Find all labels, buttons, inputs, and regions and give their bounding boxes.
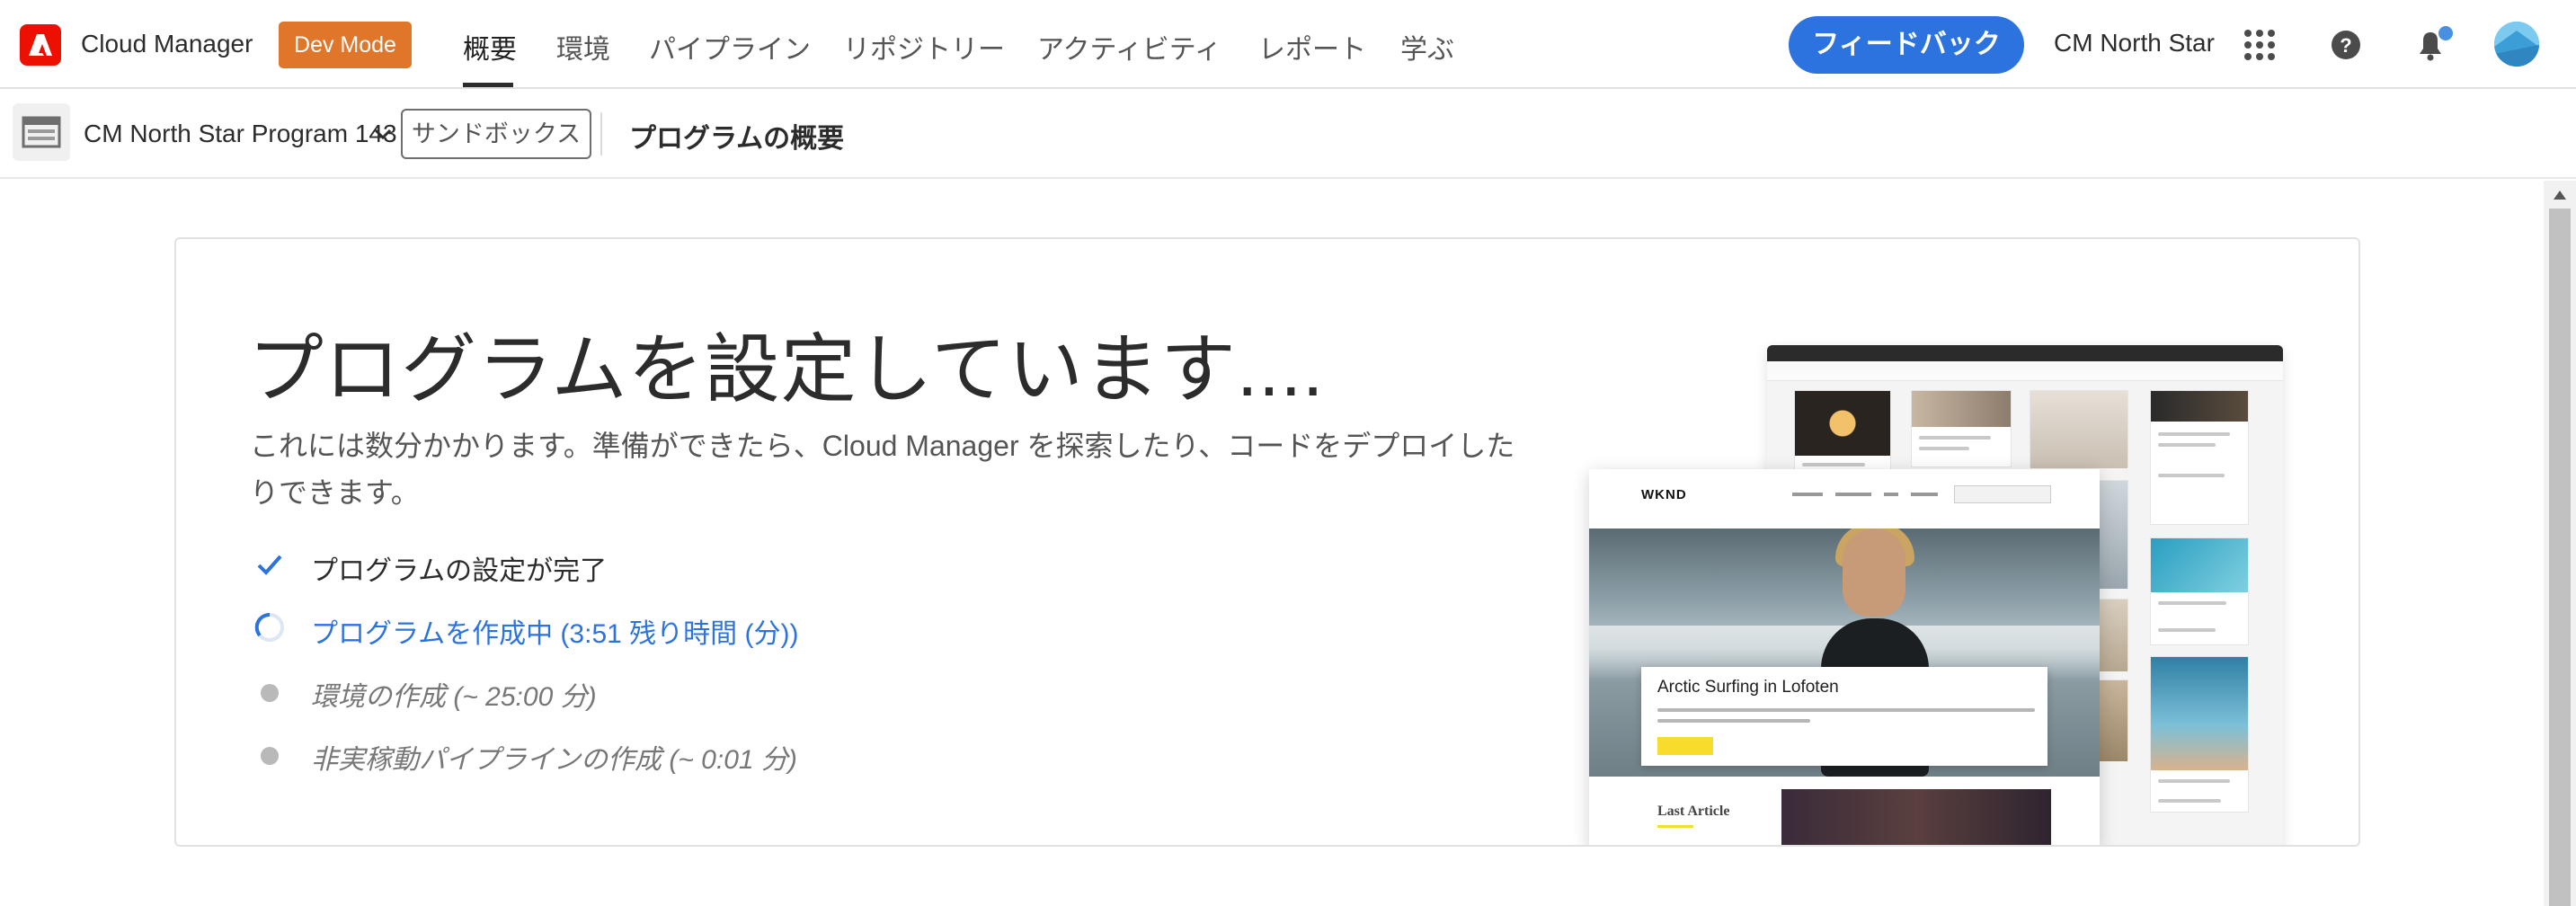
program-thumbnail-icon[interactable] [13, 103, 70, 161]
divider [600, 112, 602, 155]
step-label: プログラムの設定が完了 [311, 556, 608, 586]
scroll-up-arrow-icon[interactable] [2553, 189, 2567, 205]
dev-mode-badge[interactable]: Dev Mode [279, 22, 412, 68]
pending-dot-icon [252, 735, 288, 771]
nav-tab-learn[interactable]: 学ぶ [1400, 27, 1454, 67]
program-setup-card: プログラムを設定しています.... これには数分かかります。準備ができたら、Cl… [174, 237, 2360, 847]
svg-text:?: ? [2340, 34, 2351, 57]
active-tab-indicator [463, 83, 513, 87]
user-avatar[interactable] [2494, 22, 2539, 67]
setup-description: これには数分かかります。準備ができたら、Cloud Manager を探索したり… [250, 430, 1515, 509]
top-nav-bar: Cloud Manager Dev Mode 概要 環境 パイプライン リポジト… [0, 0, 2576, 89]
nav-tab-repositories[interactable]: リポジトリー [843, 27, 1005, 67]
search-icon [1954, 485, 2051, 503]
nav-tab-reports[interactable]: レポート [1258, 27, 1366, 67]
apps-grid-icon[interactable] [2240, 25, 2279, 65]
nav-tab-environments[interactable]: 環境 [556, 27, 610, 67]
step-label: 環境の作成 (~ 25:00 分) [311, 682, 597, 712]
wknd-logo: WKND [1641, 487, 1687, 502]
adobe-logo-icon[interactable] [20, 24, 61, 66]
nav-tab-pipelines[interactable]: パイプライン [649, 27, 811, 67]
page-title: プログラムの概要 [629, 124, 845, 154]
step-label: 非実稼動パイプラインの作成 (~ 0:01 分) [311, 745, 797, 775]
app-title[interactable]: Cloud Manager [81, 30, 253, 58]
pending-dot-icon [252, 672, 288, 708]
step-label: プログラムを作成中 (3:51 残り時間 (分)) [311, 619, 799, 649]
hero-article-card: Arctic Surfing in Lofoten [1641, 667, 2047, 766]
product-illustration: WKND Arctic Surfing in Lofoten Last Arti… [1589, 345, 2358, 845]
notifications-icon[interactable] [2411, 25, 2453, 65]
checkmark-icon [252, 546, 288, 582]
program-bar: CM North Star Program 143 サンドボックス プログラムの… [0, 89, 2576, 179]
last-article-title: Last Article [1657, 804, 1730, 819]
nav-tab-overview[interactable]: 概要 [463, 27, 517, 67]
chevron-down-icon[interactable] [372, 123, 394, 149]
help-icon[interactable]: ? [2326, 25, 2366, 65]
setup-heading: プログラムを設定しています.... [248, 327, 1325, 412]
org-switcher[interactable]: CM North Star [2054, 29, 2215, 58]
scrollbar-thumb[interactable] [2549, 209, 2571, 906]
program-selector[interactable]: CM North Star Program 143 [84, 120, 397, 148]
sandbox-badge: サンドボックス [401, 109, 591, 159]
feedback-button[interactable]: フィードバック [1789, 16, 2024, 74]
illustration-front-window: WKND Arctic Surfing in Lofoten Last Arti… [1589, 469, 2100, 845]
nav-tab-activity[interactable]: アクティビティ [1037, 27, 1221, 67]
progress-spinner-icon [252, 609, 288, 645]
hero-title: Arctic Surfing in Lofoten [1657, 678, 1839, 697]
